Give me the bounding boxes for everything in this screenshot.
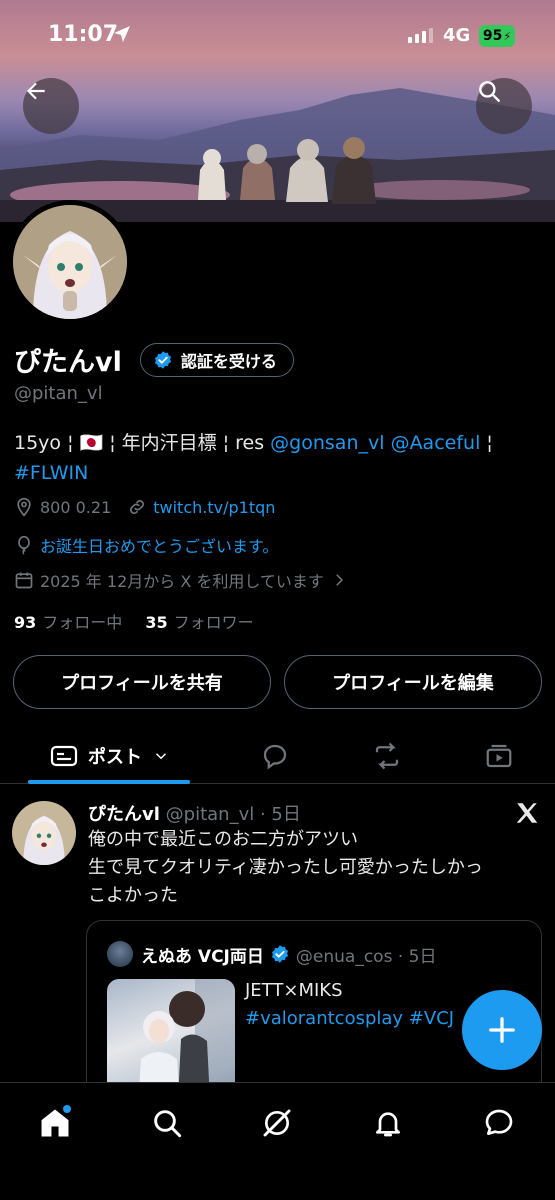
verified-badge-icon [154, 350, 171, 369]
profile-tabs: ポスト [0, 728, 555, 784]
post-body: 俺の中で最近このお二方がアツい 生で見てクオリティ凄かったし可愛かったしかっ こ… [88, 826, 538, 910]
plus-icon [489, 1017, 515, 1043]
grok-icon [263, 1109, 291, 1137]
profile-website-link[interactable]: twitch.tv/p1tqn [153, 498, 275, 517]
posts-icon [50, 745, 78, 767]
back-button[interactable] [23, 78, 79, 134]
tab-replies[interactable] [250, 728, 300, 784]
media-play-icon [486, 744, 512, 768]
link-icon [130, 500, 145, 514]
post-author-name[interactable]: ぴたんvl [88, 804, 160, 825]
avatar-illustration [13, 205, 127, 319]
search-icon [154, 1110, 182, 1138]
profile-bio: 15yo ¦ 🇯🇵 ¦ 年内汗目標 ¦ res @gonsan_vl @Aace… [14, 428, 534, 488]
bell-icon [376, 1112, 400, 1137]
balloon-icon [18, 535, 30, 555]
post-author-avatar[interactable] [12, 801, 76, 865]
location-arrow-icon [114, 26, 130, 42]
quoted-post-header: えぬあ VCJ両日 @enua_cos · 5日 [107, 941, 436, 967]
battery-icon: 95 ⚡ [479, 25, 515, 47]
bottom-navigation [0, 1082, 555, 1200]
tab-posts-label: ポスト [88, 747, 142, 768]
location-pin-icon [17, 497, 31, 517]
x-logo-icon [516, 803, 538, 823]
bio-hashtag[interactable]: #FLWIN [14, 462, 88, 484]
post-line: 俺の中で最近このお二方がアツい [88, 829, 358, 850]
post-meta: @pitan_vl · 5日 [165, 804, 301, 825]
following-label: フォロー中 [42, 613, 123, 632]
network-type: 4G [443, 25, 471, 46]
nav-notifications[interactable] [368, 1103, 408, 1143]
active-tab-indicator [28, 780, 190, 784]
reply-icon [263, 744, 287, 770]
chevron-down-icon [155, 753, 167, 760]
quoted-post-meta: @enua_cos · 5日 [295, 946, 437, 967]
birthday-row: お誕生日おめでとうございます。 [14, 533, 278, 557]
repost-icon [375, 742, 399, 770]
followers-label: フォロワー [173, 613, 254, 632]
tab-posts[interactable]: ポスト [30, 728, 190, 784]
search-icon [479, 81, 500, 102]
post-avatar-illustration [12, 801, 76, 865]
quoted-author-avatar [107, 941, 133, 967]
calendar-icon [15, 572, 33, 589]
get-verified-label: 認証を受ける [180, 351, 277, 371]
quoted-post-text: JETT×MIKS #valorantcosplay #VCJ [245, 977, 454, 1033]
display-name: ぴたんvl [14, 347, 122, 378]
following-count: 93 [14, 613, 37, 632]
nav-grok[interactable] [257, 1103, 297, 1143]
quoted-hashtags[interactable]: #valorantcosplay #VCJ [245, 1005, 454, 1033]
bio-text: 15yo ¦ 🇯🇵 ¦ 年内汗目標 ¦ res [14, 432, 271, 454]
profile-meta-row: 800 0.21 twitch.tv/p1tqn [14, 497, 275, 517]
bio-mention-aaceful[interactable]: @Aaceful [391, 432, 481, 454]
post-line: 生で見てクオリティ凄かったし可愛かったしかっ [88, 857, 483, 878]
birthday-text[interactable]: お誕生日おめでとうございます。 [40, 533, 278, 557]
nav-search[interactable] [147, 1103, 187, 1143]
profile-location: 800 0.21 [40, 497, 112, 517]
followers-count: 35 [145, 613, 168, 632]
joined-row[interactable]: 2025 年 12月から X を利用しています [14, 568, 354, 592]
post-line: こよかった [88, 885, 178, 906]
bio-separator: ¦ [480, 432, 493, 454]
nav-messages[interactable] [479, 1103, 519, 1143]
battery-level: 95 [482, 28, 503, 44]
search-button[interactable] [476, 78, 532, 134]
signal-icon [408, 28, 433, 43]
status-bar: 11:07 4G 95 ⚡ [0, 0, 555, 70]
quoted-line: JETT×MIKS [245, 980, 343, 1001]
profile-avatar[interactable] [8, 200, 132, 324]
tab-reposts[interactable] [362, 728, 412, 784]
follow-stats: 93 フォロー中 35 フォロワー [14, 609, 254, 633]
tab-media[interactable] [474, 728, 524, 784]
following-link[interactable]: 93 フォロー中 [14, 613, 122, 632]
quoted-author-name: えぬあ VCJ両日 [141, 946, 264, 967]
chat-bubble-icon [485, 1109, 513, 1135]
compose-post-button[interactable] [462, 990, 542, 1070]
followers-link[interactable]: 35 フォロワー [145, 613, 253, 632]
profile-handle: @pitan_vl [14, 383, 103, 404]
nav-home[interactable] [35, 1103, 75, 1143]
bio-mention-gonsan[interactable]: @gonsan_vl [270, 432, 384, 454]
share-profile-button[interactable]: プロフィールを共有 [13, 655, 271, 709]
verified-badge-icon [271, 945, 288, 963]
name-row: ぴたんvl 認証を受ける [14, 340, 294, 379]
joined-date: 2025 年 12月から X を利用しています [40, 572, 324, 591]
arrow-left-icon [26, 82, 45, 100]
notification-dot [63, 1105, 71, 1113]
chevron-right-icon [336, 574, 343, 586]
post-header: ぴたんvl @pitan_vl · 5日 [88, 800, 301, 826]
clock: 11:07 [48, 22, 119, 47]
get-verified-button[interactable]: 認証を受ける [139, 342, 294, 377]
edit-profile-button[interactable]: プロフィールを編集 [284, 655, 542, 709]
